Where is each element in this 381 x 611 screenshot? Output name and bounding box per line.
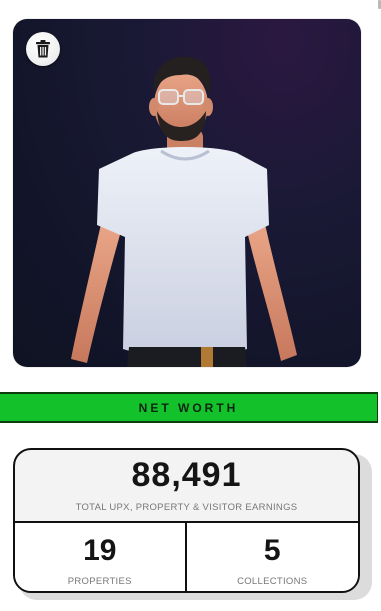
delete-button[interactable] [26,32,60,66]
trash-icon [36,40,50,58]
collections-value: 5 [263,534,281,567]
net-worth-header: NET WORTH [0,392,378,423]
properties-stat: 19 PROPERTIES [15,523,187,591]
stats-card: 88,491 TOTAL UPX, PROPERTY & VISITOR EAR… [13,448,360,593]
collections-stat: 5 COLLECTIONS [186,523,358,591]
total-earnings-stat: 88,491 TOTAL UPX, PROPERTY & VISITOR EAR… [15,450,358,523]
avatar-card [13,19,361,367]
properties-caption: PROPERTIES [67,576,132,587]
collections-caption: COLLECTIONS [237,576,308,587]
net-worth-label: NET WORTH [138,400,239,415]
total-earnings-value: 88,491 [131,456,242,494]
avatar-illustration [71,56,297,367]
properties-value: 19 [83,534,117,567]
total-earnings-caption: TOTAL UPX, PROPERTY & VISITOR EARNINGS [75,502,298,513]
